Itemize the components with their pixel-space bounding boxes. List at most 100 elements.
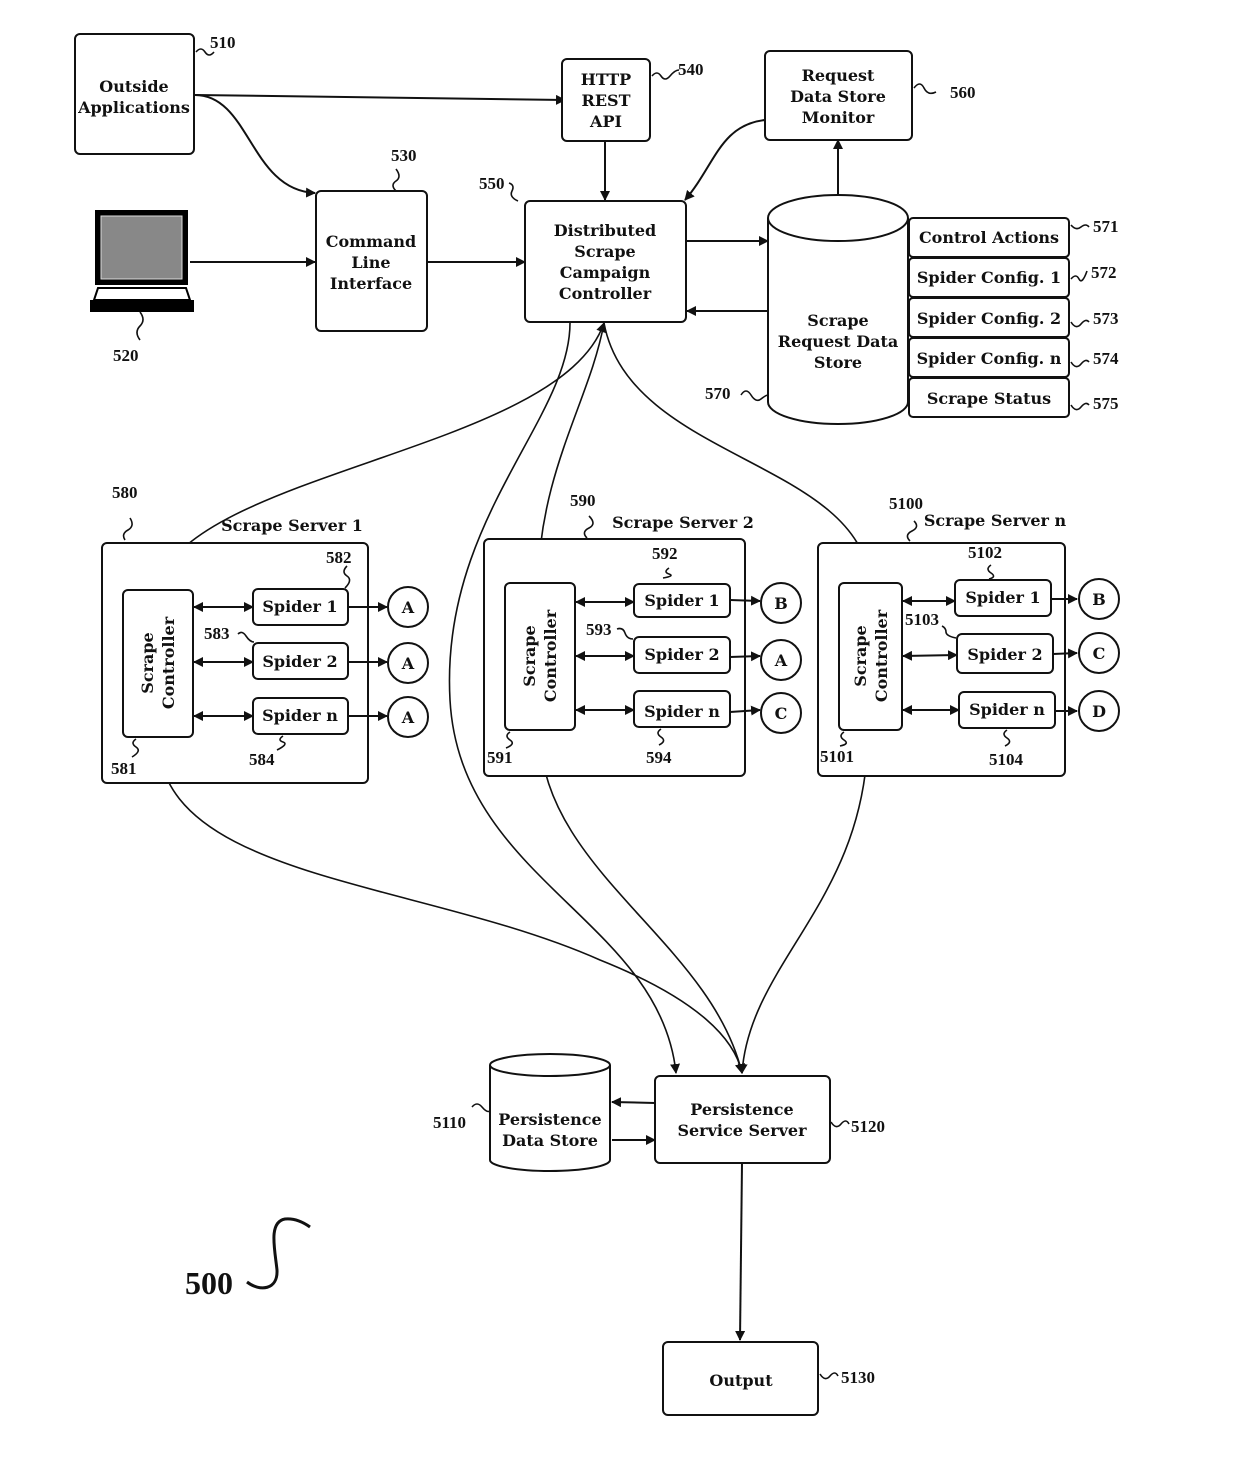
- output-node-label: D: [1092, 702, 1106, 721]
- edge-pserver-to-output: [735, 1162, 746, 1341]
- command-line-interface-node: Command Line Interface 530: [315, 146, 428, 332]
- ref-592: 592: [652, 544, 678, 563]
- scrape-controller-label-2: Controller: [159, 616, 178, 709]
- ref-5100: 5100: [889, 494, 923, 513]
- store-label-2: Request Data: [778, 332, 898, 351]
- ref-510: 510: [210, 33, 236, 52]
- ref-594: 594: [646, 748, 672, 767]
- store-item-spider-config-n: Spider Config. n 574: [908, 337, 1119, 378]
- output-node-label: A: [401, 654, 415, 673]
- scrape-controller-label-1: Scrape: [138, 632, 157, 693]
- monitor-label-3: Monitor: [802, 108, 875, 127]
- outside-apps-label-1: Outside: [99, 77, 168, 96]
- http-label-3: API: [589, 112, 622, 131]
- campaign-controller-node: Distributed Scrape Campaign Controller 5…: [479, 174, 687, 323]
- spider-label: Spider 2: [262, 652, 337, 671]
- request-data-store-monitor-node: Request Data Store Monitor 560: [764, 50, 976, 141]
- store-items: Control Actions 571 Spider Config. 1 572…: [908, 217, 1119, 418]
- ref-593: 593: [586, 620, 612, 639]
- cli-label-3: Interface: [330, 274, 412, 293]
- store-item-spider-config-1: Spider Config. 1 572: [908, 257, 1117, 298]
- pserver-label-1: Persistence: [690, 1100, 793, 1119]
- store-item-label: Spider Config. n: [917, 349, 1062, 368]
- ref-572: 572: [1091, 263, 1117, 282]
- figure-number-label: 500: [185, 1265, 233, 1301]
- monitor-label-1: Request: [802, 66, 875, 85]
- cli-label-1: Command: [326, 232, 416, 251]
- ref-571: 571: [1093, 217, 1119, 236]
- output-node-label: A: [774, 651, 788, 670]
- server-title: Scrape Server n: [924, 511, 1067, 530]
- ref-550: 550: [479, 174, 505, 193]
- spider-label: Spider 1: [965, 588, 1040, 607]
- http-rest-api-node: HTTP REST API 540: [561, 58, 704, 142]
- ref-582: 582: [326, 548, 352, 567]
- ref-574: 574: [1093, 349, 1119, 368]
- scrape-controller-label-2: Controller: [872, 609, 891, 702]
- output-label: Output: [709, 1371, 773, 1390]
- ref-573: 573: [1093, 309, 1119, 328]
- store-item-label: Spider Config. 2: [917, 309, 1061, 328]
- spider-label: Spider n: [969, 700, 1045, 719]
- edge-servern-to-persistence: [737, 729, 869, 1074]
- edge-server1-to-persistence: [157, 737, 746, 1074]
- pserver-label-2: Service Server: [677, 1121, 807, 1140]
- ref-590: 590: [570, 491, 596, 510]
- edge-outside-to-http: [194, 94, 566, 105]
- pstore-label-2: Data Store: [502, 1131, 598, 1150]
- ref-530: 530: [391, 146, 417, 165]
- store-label-1: Scrape: [807, 311, 868, 330]
- ref-5101: 5101: [820, 747, 854, 766]
- store-item-label: Spider Config. 1: [917, 268, 1061, 287]
- controller-label-1: Distributed: [554, 221, 656, 240]
- controller-label-2: Scrape: [574, 242, 635, 261]
- architecture-diagram: Outside Applications 510 520 Command Lin…: [74, 33, 1120, 1416]
- laptop-icon: 520: [90, 210, 194, 365]
- ref-591: 591: [487, 748, 513, 767]
- server-title: Scrape Server 1: [221, 516, 363, 535]
- scrape-request-data-store: Scrape Request Data Store 570: [705, 194, 909, 425]
- scrape-controller-label-1: Scrape: [851, 625, 870, 686]
- spider-label: Spider 1: [644, 591, 719, 610]
- scrape-controller-box: [504, 582, 576, 731]
- output-node: Output 5130: [662, 1341, 875, 1416]
- output-node-label: B: [1092, 590, 1106, 609]
- output-node-label: A: [401, 598, 415, 617]
- ref-580: 580: [112, 483, 138, 502]
- outside-apps-label-2: Applications: [77, 98, 190, 117]
- diagram-canvas: Outside Applications 510 520 Command Lin…: [0, 0, 1240, 1471]
- cli-label-2: Line: [351, 253, 390, 272]
- ref-520: 520: [113, 346, 139, 365]
- spider-label: Spider n: [644, 702, 720, 721]
- ref-575: 575: [1093, 394, 1119, 413]
- spider-label: Spider 1: [262, 597, 337, 616]
- ref-583: 583: [204, 624, 230, 643]
- store-item-label: Scrape Status: [927, 389, 1051, 408]
- store-item-spider-config-2: Spider Config. 2 573: [908, 297, 1119, 338]
- ref-5102: 5102: [968, 543, 1002, 562]
- spider-label: Spider 2: [967, 645, 1042, 664]
- ref-5103: 5103: [905, 610, 939, 629]
- spider-label: Spider n: [262, 706, 338, 725]
- scrape-server-n: Scrape Server n 5100 Scrape Controller 5…: [817, 494, 1120, 777]
- output-node-label: C: [775, 704, 788, 723]
- output-node-label: A: [401, 708, 415, 727]
- scrape-controller-label-2: Controller: [541, 609, 560, 702]
- server-title: Scrape Server 2: [612, 513, 754, 532]
- scrape-controller-label-1: Scrape: [520, 625, 539, 686]
- http-label-2: REST: [582, 91, 631, 110]
- outside-applications-node: Outside Applications 510: [74, 33, 236, 155]
- store-item-control-actions: Control Actions 571: [908, 217, 1119, 258]
- edge-pserver-to-pstore: [611, 1097, 656, 1108]
- ref-570: 570: [705, 384, 731, 403]
- controller-label-4: Controller: [559, 284, 652, 303]
- scrape-server-2: Scrape Server 2 590 Scrape Controller 59…: [483, 491, 802, 777]
- store-item-scrape-status: Scrape Status 575: [908, 377, 1119, 418]
- persistence-data-store: Persistence Data Store 5110: [433, 1053, 611, 1172]
- output-node-label: B: [774, 594, 788, 613]
- scrape-controller-box: [838, 582, 903, 731]
- persistence-service-server: Persistence Service Server 5120: [654, 1075, 885, 1164]
- ref-560: 560: [950, 83, 976, 102]
- http-label-1: HTTP: [581, 70, 631, 89]
- scrape-controller-box: [122, 589, 194, 738]
